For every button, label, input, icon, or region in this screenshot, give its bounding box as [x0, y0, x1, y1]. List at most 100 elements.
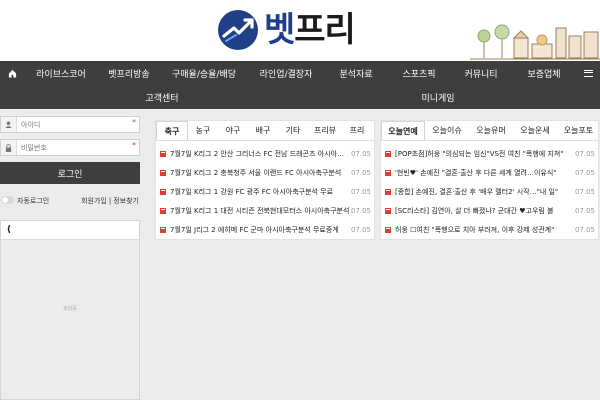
item-date: 07.05 [350, 225, 371, 234]
bullet-icon [160, 188, 166, 195]
site-logo[interactable]: 벳프리 [218, 6, 356, 54]
tab-etc[interactable]: 기타 [278, 121, 308, 140]
list-item[interactable]: [종합] 손예진, 결혼·출산 후 '배우 멜터2' 시작…"내 일" 07.05 [381, 182, 598, 201]
bullet-icon [385, 188, 391, 195]
account-links: 회원가입 | 정보찾기 [80, 196, 140, 206]
item-date: 07.05 [574, 187, 595, 196]
password-field: * [0, 139, 140, 156]
link-separator: | [108, 197, 112, 205]
nav-row-primary: 라이브스코어 벳프리방송 구매율/승율/배당 라인업/결장자 분석자료 스포츠픽… [0, 61, 600, 85]
bullet-icon [385, 169, 391, 176]
sports-analysis-panel: 축구 농구 야구 배구 기타 프리뷰 프리 7월7일 K리그 2 안산 그리너스… [155, 120, 375, 240]
list-item[interactable]: 허웅 ☐여친 "폭행으로 치아 부러져, 이후 강제 성관계" 07.05 [381, 220, 598, 239]
entertainment-news-panel: 오늘연예 오늘이슈 오늘유머 오늘운세 오늘포토 [POP초점]허웅 "의심되는… [380, 120, 599, 240]
required-marker: * [132, 118, 136, 127]
menu-button[interactable] [576, 61, 600, 85]
item-date: 07.05 [574, 206, 595, 215]
skyline-illustration [470, 24, 600, 60]
item-title: 7월7일 J리그 2 에히메 FC 군마 아시아축구분석 무료중계 [170, 225, 339, 234]
list-item[interactable]: 7월7일 J리그 2 에히메 FC 군마 아시아축구분석 무료중계 07.05 [156, 220, 374, 239]
id-field: * [0, 116, 140, 133]
logo-globe-icon [218, 10, 258, 50]
item-date: 07.05 [574, 225, 595, 234]
tab-photo[interactable]: 오늘포토 [557, 121, 598, 140]
list-item[interactable]: [POP초점]허웅 "의심되는 임신"VS전 여친 "폭행에 지쳐" 07.05 [381, 144, 598, 163]
list-item[interactable]: '현빈♥' 손예진 "결혼·출산 후 다른 세계 열려…이유식" 07.05 [381, 163, 598, 182]
side-widget: ( 로딩중 [0, 220, 140, 400]
required-marker: * [132, 141, 136, 150]
sports-tabs: 축구 농구 야구 배구 기타 프리뷰 프리 [156, 121, 374, 141]
tab-baseball[interactable]: 야구 [218, 121, 248, 140]
nav-item-livescore[interactable]: 라이브스코어 [24, 67, 98, 80]
item-date: 07.05 [350, 206, 371, 215]
tab-basketball[interactable]: 농구 [188, 121, 218, 140]
nav-item-community[interactable]: 커뮤니티 [450, 67, 512, 80]
item-title: [POP초점]허웅 "의심되는 임신"VS전 여친 "폭행에 지쳐" [395, 149, 564, 158]
bullet-icon [385, 226, 391, 233]
side-widget-header: ( [1, 221, 139, 240]
item-title: [종합] 손예진, 결혼·출산 후 '배우 멜터2' 시작…"내 일" [395, 187, 559, 196]
auto-login-label: 자동로그인 [17, 197, 50, 205]
home-icon [8, 69, 16, 78]
nav-item-broadcast[interactable]: 벳프리방송 [98, 67, 160, 80]
login-button[interactable]: 로그인 [0, 162, 140, 184]
tab-soccer[interactable]: 축구 [156, 121, 188, 140]
tab-fortune[interactable]: 오늘운세 [513, 121, 557, 140]
nav-item-odds[interactable]: 구매율/승율/배당 [160, 67, 248, 80]
sports-list: 7월7일 K리그 2 안산 그리너스 FC 전남 드래곤즈 아시아축구분석 07.… [156, 141, 374, 239]
item-title: 허웅 ☐여친 "폭행으로 치아 부러져, 이후 강제 성관계" [395, 225, 555, 234]
nav-item-sports-pick[interactable]: 스포츠픽 [388, 67, 450, 80]
item-date: 07.05 [350, 187, 371, 196]
tab-preview[interactable]: 프리뷰 [308, 121, 342, 140]
news-list: [POP초점]허웅 "의심되는 임신"VS전 여친 "폭행에 지쳐" 07.05 … [381, 141, 598, 239]
login-options: 자동로그인 회원가입 | 정보찾기 [0, 193, 140, 209]
tab-entertainment[interactable]: 오늘연예 [381, 121, 425, 140]
list-item[interactable]: 7월7일 K리그 1 대전 시티즌 전북현대모터스 아시아축구분석 07.05 [156, 201, 374, 220]
hamburger-menu-icon [583, 69, 593, 77]
nav-item-lineup[interactable]: 라인업/결장자 [248, 67, 324, 80]
main-nav: 라이브스코어 벳프리방송 구매율/승율/배당 라인업/결장자 분석자료 스포츠픽… [0, 61, 600, 109]
item-title: 7월7일 K리그 1 강원 FC 광주 FC 아시아축구분석 무료 [170, 187, 334, 196]
nav-item-verified[interactable]: 보증업체 [512, 67, 576, 80]
logo-wordmark: 벳프리 [264, 10, 356, 50]
nav-item-support[interactable]: 고객센터 [120, 91, 204, 104]
login-panel: * * 로그인 자동로그인 회원가입|정보찾기 [0, 116, 140, 209]
bullet-icon [160, 226, 166, 233]
list-item[interactable]: 7월7일 K리그 2 충북청주 서울 이랜드 FC 아시아축구분석 07.05 [156, 163, 374, 182]
password-input[interactable] [18, 140, 130, 155]
home-button[interactable] [0, 61, 24, 85]
site-header: 벳프리 [0, 0, 600, 61]
nav-item-analysis[interactable]: 분석자료 [324, 67, 388, 80]
tab-volleyball[interactable]: 배구 [248, 121, 278, 140]
list-item[interactable]: 7월7일 K리그 1 강원 FC 광주 FC 아시아축구분석 무료 07.05 [156, 182, 374, 201]
news-tabs: 오늘연예 오늘이슈 오늘유머 오늘운세 오늘포토 [381, 121, 598, 141]
bullet-icon [160, 207, 166, 214]
item-title: 7월7일 K리그 2 안산 그리너스 FC 전남 드래곤즈 아시아축구분석 [170, 149, 350, 158]
auto-login-toggle[interactable] [1, 196, 14, 204]
bullet-icon [385, 150, 391, 157]
id-input[interactable] [18, 117, 130, 132]
list-item[interactable]: [SC리스타] 김연아, 살 더 빠졌나? 군대간 ♥고우림 볼 07.05 [381, 201, 598, 220]
bullet-icon [160, 150, 166, 157]
user-icon [1, 117, 17, 132]
lock-icon [1, 140, 17, 155]
bullet-icon [160, 169, 166, 176]
item-date: 07.05 [574, 168, 595, 177]
item-title: [SC리스타] 김연아, 살 더 빠졌나? 군대간 ♥고우림 볼 [395, 206, 554, 215]
item-date: 07.05 [350, 149, 371, 158]
item-date: 07.05 [574, 149, 595, 158]
item-title: '현빈♥' 손예진 "결혼·출산 후 다른 세계 열려…이유식" [395, 168, 557, 177]
list-item[interactable]: 7월7일 K리그 2 안산 그리너스 FC 전남 드래곤즈 아시아축구분석 07.… [156, 144, 374, 163]
tab-issue[interactable]: 오늘이슈 [425, 121, 469, 140]
item-date: 07.05 [350, 168, 371, 177]
join-link[interactable]: 회원가입 [81, 197, 107, 205]
tab-humor[interactable]: 오늘유머 [469, 121, 513, 140]
tab-free[interactable]: 프리 [342, 121, 372, 140]
nav-item-minigame[interactable]: 미니게임 [400, 91, 476, 104]
item-title: 7월7일 K리그 1 대전 시티즌 전북현대모터스 아시아축구분석 [170, 206, 350, 215]
find-info-link[interactable]: 정보찾기 [113, 197, 139, 205]
nav-row-secondary: 고객센터 미니게임 [0, 85, 600, 109]
loading-text: 로딩중 [63, 306, 77, 312]
bullet-icon [385, 207, 391, 214]
item-title: 7월7일 K리그 2 충북청주 서울 이랜드 FC 아시아축구분석 [170, 168, 342, 177]
